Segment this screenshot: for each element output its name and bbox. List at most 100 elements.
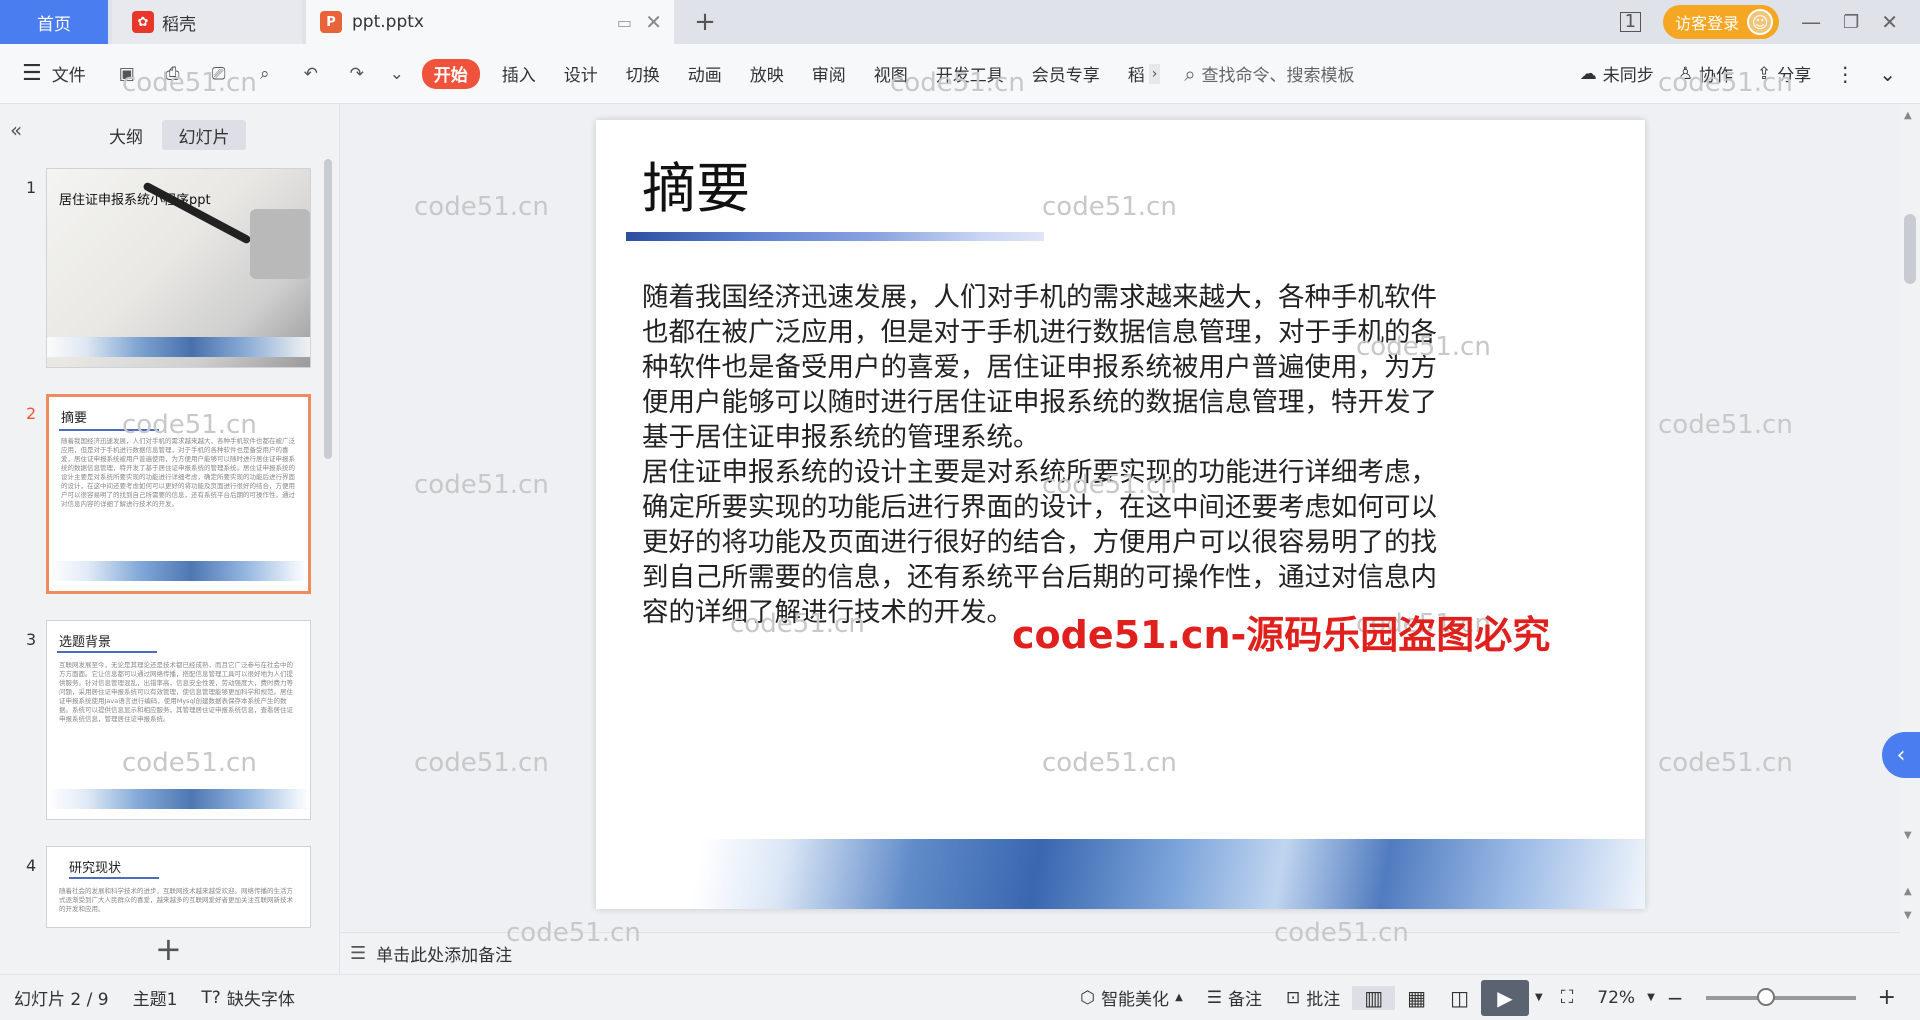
tab-outline[interactable]: 大纲 — [96, 120, 156, 150]
collapse-ribbon-icon[interactable]: ⌄ — [1879, 62, 1896, 86]
watermark: code51.cn — [122, 410, 257, 440]
redo-icon[interactable]: ↷ — [344, 61, 370, 87]
zoom-slider[interactable] — [1705, 987, 1856, 1006]
zoom-in-icon[interactable]: + — [1866, 985, 1920, 1010]
play-options-icon[interactable]: ▼ — [1529, 992, 1549, 1003]
chevron-down-icon[interactable]: ⌄ — [390, 61, 404, 87]
zoom-level[interactable]: 72% — [1585, 988, 1647, 1008]
menu-slideshow[interactable]: 放映 — [736, 44, 798, 104]
menu-insert[interactable]: 插入 — [488, 44, 550, 104]
font-icon: T? — [201, 987, 221, 1008]
scroll-down-icon[interactable]: ▼ — [1904, 830, 1912, 841]
grid-view-icon[interactable]: ▦ — [1395, 986, 1438, 1010]
comment-button[interactable]: ⊡ 批注 — [1274, 985, 1352, 1011]
thumb-number: 4 — [26, 856, 37, 875]
reading-view-icon[interactable]: ◫ — [1438, 986, 1481, 1010]
status-right: ⬡ 智能美化 ▲ ☰ 备注 ⊡ 批注 ▥ ▦ ◫ ▶ ▼ ⛶ 72% ▼ − + — [1068, 979, 1920, 1016]
slide-thumbnail-4[interactable]: 研究现状 随着社会的发展和科学技术的进步，互联网技术越来越受欢迎。网络传播的生活… — [46, 846, 311, 928]
minimize-icon[interactable]: — — [1801, 10, 1821, 34]
thumb-title-bar — [69, 877, 159, 879]
hamburger-icon: ☰ — [22, 61, 42, 86]
file-menu[interactable]: ☰ 文件 — [0, 44, 86, 104]
panel-scrollbar[interactable] — [324, 159, 332, 459]
thumb-title: 研究现状 — [69, 861, 122, 876]
slide-body-text[interactable]: 随着我国经济迅速发展，人们对手机的需求越来越大，各种手机软件也都在被广泛应用，但… — [642, 280, 1462, 630]
next-slide-icon[interactable]: ▼ — [1904, 910, 1912, 921]
collapse-panel-icon[interactable]: « — [10, 118, 22, 142]
menu-start[interactable]: 开始 — [421, 58, 480, 89]
slide-canvas[interactable]: 摘要 随着我国经济迅速发展，人们对手机的需求越来越大，各种手机软件也都在被广泛应… — [596, 120, 1645, 909]
scroll-up-icon[interactable]: ▲ — [1904, 110, 1912, 121]
tab-daoke-label: 稻壳 — [162, 14, 196, 35]
thumb-text: 互联网发展至今，无论是其理论还是技术都已经成熟，而且它广泛参与在社会中的方方面面… — [59, 661, 293, 723]
window-controls: 1 访客登录 ☺ — ❐ ✕ — [1619, 0, 1920, 44]
caret-up-icon: ▲ — [1175, 992, 1183, 1003]
notes-toggle-label: 备注 — [1228, 990, 1263, 1010]
watermark: code51.cn — [1658, 68, 1793, 98]
missing-font-button[interactable]: T? 缺失字体 — [189, 985, 306, 1011]
search-icon: ⌕ — [1184, 61, 1196, 86]
tab-document[interactable]: P ppt.pptx ▭ ✕ — [306, 0, 674, 44]
watermark: code51.cn — [414, 192, 549, 222]
menu-daoke[interactable]: 稻 — [1114, 44, 1149, 104]
thumb-title-bar — [57, 651, 157, 653]
slide-title[interactable]: 摘要 — [642, 144, 750, 223]
prev-slide-icon[interactable]: ▲ — [1904, 886, 1912, 897]
zoom-out-icon[interactable]: − — [1655, 986, 1696, 1010]
beautify-button[interactable]: ⬡ 智能美化 ▲ — [1068, 985, 1195, 1011]
calculator-image — [250, 209, 310, 279]
menu-review[interactable]: 审阅 — [798, 44, 860, 104]
close-window-icon[interactable]: ✕ — [1881, 10, 1898, 34]
fit-window-icon[interactable]: ⛶ — [1549, 987, 1586, 1008]
play-slideshow-button[interactable]: ▶ — [1480, 979, 1529, 1016]
monitor-icon[interactable]: ▭ — [617, 13, 632, 32]
more-icon[interactable]: ⋮ — [1835, 62, 1855, 86]
zoom-dropdown-icon[interactable]: ▼ — [1647, 992, 1655, 1003]
normal-view-icon[interactable]: ▥ — [1352, 985, 1396, 1010]
visitor-login-button[interactable]: 访客登录 ☺ — [1663, 5, 1780, 39]
sync-status[interactable]: ☁ 未同步 — [1580, 61, 1654, 87]
file-menu-label: 文件 — [51, 66, 86, 86]
scroll-thumb[interactable] — [1904, 214, 1916, 284]
zoom-slider-knob[interactable] — [1756, 987, 1775, 1006]
tab-home[interactable]: 首页 — [0, 0, 108, 44]
thumb-number: 2 — [26, 404, 37, 423]
beautify-icon: ⬡ — [1080, 987, 1096, 1008]
layout-icon[interactable]: 1 — [1619, 12, 1642, 32]
tab-slides[interactable]: 幻灯片 — [162, 120, 246, 150]
menu-member[interactable]: 会员专享 — [1018, 44, 1114, 104]
notes-toggle-button[interactable]: ☰ 备注 — [1195, 985, 1274, 1011]
undo-icon[interactable]: ↶ — [298, 61, 324, 87]
daoke-icon: ✿ — [132, 11, 154, 33]
thumb-text: 随着我国经济迅速发展，人们对手机的需求越来越大，各种手机软件也都在被广泛应用，但… — [61, 437, 295, 508]
thumb-text: 随着社会的发展和科学技术的进步，互联网技术越来越受欢迎。网络传播的生活方式逐渐受… — [59, 887, 293, 913]
watermark: code51.cn — [414, 748, 549, 778]
menu-more-icon[interactable]: › — [1148, 63, 1161, 84]
restore-icon[interactable]: ❐ — [1843, 12, 1859, 33]
slide-thumbnail-3[interactable]: 选题背景 互联网发展至今，无论是其理论还是技术都已经成熟，而且它广泛参与在社会中… — [46, 620, 311, 820]
editor-scrollbar[interactable]: ▲ ▼ ▲ ▼ — [1900, 104, 1920, 932]
close-tab-icon[interactable]: ✕ — [645, 10, 662, 34]
thumb-wave — [47, 337, 310, 357]
watermark: code51.cn — [1042, 470, 1177, 500]
slide-thumbnail-1[interactable]: 居住证申报系统小程序ppt — [46, 168, 311, 368]
search-box[interactable]: ⌕ 查找命令、搜索模板 — [1160, 44, 1480, 104]
new-tab-button[interactable]: + — [690, 0, 720, 44]
add-slide-button[interactable]: + — [155, 930, 182, 968]
menu-transition[interactable]: 切换 — [612, 44, 674, 104]
watermark: code51.cn — [890, 68, 1025, 98]
side-panel-toggle[interactable]: ‹ — [1882, 732, 1920, 778]
slides-panel: « 大纲 幻灯片 1 居住证申报系统小程序ppt 2 摘要 随着我国经济迅速发展… — [0, 104, 340, 974]
slide-wave-decoration — [596, 839, 1645, 909]
watermark: code51.cn — [506, 918, 641, 948]
watermark: code51.cn — [122, 68, 257, 98]
search-input[interactable]: 查找命令、搜索模板 — [1202, 61, 1355, 86]
theme-name[interactable]: 主题1 — [121, 985, 190, 1010]
watermark: code51.cn — [1042, 748, 1177, 778]
tab-daoke[interactable]: ✿ 稻壳 — [112, 0, 302, 44]
slide-editor: 摘要 随着我国经济迅速发展，人们对手机的需求越来越大，各种手机软件也都在被广泛应… — [340, 104, 1900, 932]
visitor-login-label: 访客登录 — [1675, 14, 1740, 33]
menu-animation[interactable]: 动画 — [674, 44, 736, 104]
menu-design[interactable]: 设计 — [550, 44, 612, 104]
watermark: code51.cn — [1658, 748, 1793, 778]
